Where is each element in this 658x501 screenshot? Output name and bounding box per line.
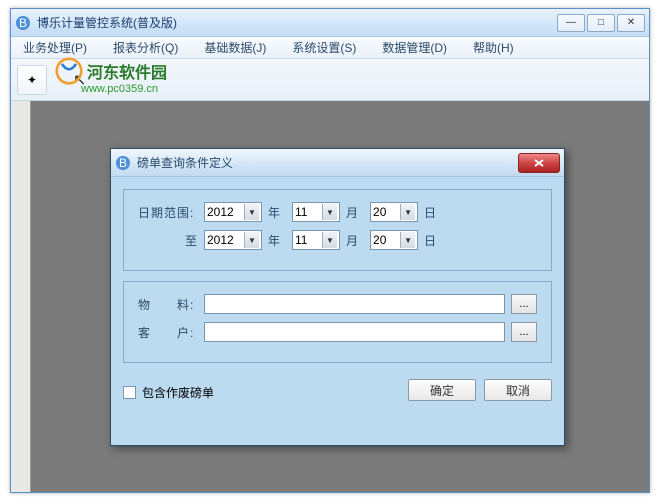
dropdown-icon: ▼ (244, 204, 259, 220)
close-icon (533, 158, 545, 168)
include-void-row: 包含作废磅单 (123, 384, 214, 401)
filter-group: 物 料: ... 客 户: ... (123, 281, 552, 363)
dialog-icon: B (115, 155, 131, 171)
dialog-title: 磅单查询条件定义 (137, 154, 518, 171)
day-suffix: 日 (424, 232, 436, 249)
date-range-label: 日期范围: (138, 204, 198, 221)
from-year-value: 2012 (207, 205, 234, 219)
dialog-close-button[interactable] (518, 153, 560, 173)
title-bar: B 博乐计量管控系统(普及版) — □ ✕ (11, 9, 649, 37)
menu-bar: 业务处理(P) 报表分析(Q) 基础数据(J) 系统设置(S) 数据管理(D) … (11, 37, 649, 59)
dropdown-icon: ▼ (244, 232, 259, 248)
cancel-button[interactable]: 取消 (484, 379, 552, 401)
customer-label: 客 户: (138, 324, 198, 341)
customer-input[interactable] (204, 322, 505, 342)
date-to-row: 至 2012 ▼ 年 11 ▼ 月 20 ▼ 日 (138, 230, 537, 250)
menu-basedata[interactable]: 基础数据(J) (200, 37, 270, 58)
query-dialog: B 磅单查询条件定义 日期范围: 2012 ▼ 年 11 ▼ 月 20 (110, 148, 565, 446)
dropdown-icon: ▼ (400, 232, 415, 248)
dropdown-icon: ▼ (322, 204, 337, 220)
window-controls: — □ ✕ (557, 14, 645, 32)
customer-row: 客 户: ... (138, 322, 537, 342)
app-icon: B (15, 15, 31, 31)
include-void-checkbox[interactable] (123, 386, 136, 399)
minimize-button[interactable]: — (557, 14, 585, 32)
from-month-value: 11 (295, 205, 307, 219)
dropdown-icon: ▼ (400, 204, 415, 220)
dropdown-icon: ▼ (322, 232, 337, 248)
from-day-select[interactable]: 20 ▼ (370, 202, 418, 222)
to-year-select[interactable]: 2012 ▼ (204, 230, 262, 250)
menu-settings[interactable]: 系统设置(S) (288, 37, 360, 58)
material-label: 物 料: (138, 296, 198, 313)
svg-text:B: B (119, 156, 127, 170)
to-month-value: 11 (295, 233, 307, 247)
close-button[interactable]: ✕ (617, 14, 645, 32)
menu-report[interactable]: 报表分析(Q) (109, 37, 182, 58)
to-day-value: 20 (373, 233, 386, 247)
dialog-title-bar: B 磅单查询条件定义 (111, 149, 564, 177)
material-browse-button[interactable]: ... (511, 294, 537, 314)
menu-datamgmt[interactable]: 数据管理(D) (378, 37, 451, 58)
ok-button[interactable]: 确定 (408, 379, 476, 401)
exit-icon: ✦ (27, 73, 37, 87)
maximize-button[interactable]: □ (587, 14, 615, 32)
day-suffix: 日 (424, 204, 436, 221)
menu-business[interactable]: 业务处理(P) (19, 37, 91, 58)
material-input[interactable] (204, 294, 505, 314)
toolbar-exit-button[interactable]: ✦ (17, 65, 47, 95)
from-month-select[interactable]: 11 ▼ (292, 202, 340, 222)
month-suffix: 月 (346, 204, 358, 221)
from-day-value: 20 (373, 205, 386, 219)
to-year-value: 2012 (207, 233, 234, 247)
menu-help[interactable]: 帮助(H) (469, 37, 518, 58)
date-group: 日期范围: 2012 ▼ 年 11 ▼ 月 20 ▼ 日 至 (123, 189, 552, 271)
year-suffix: 年 (268, 232, 280, 249)
month-suffix: 月 (346, 232, 358, 249)
cursor-icon: ↖ (73, 70, 86, 90)
to-label: 至 (138, 232, 198, 249)
material-row: 物 料: ... (138, 294, 537, 314)
button-row: 确定 取消 (408, 379, 552, 401)
to-month-select[interactable]: 11 ▼ (292, 230, 340, 250)
to-day-select[interactable]: 20 ▼ (370, 230, 418, 250)
include-void-label: 包含作废磅单 (142, 384, 214, 401)
toolbar: ✦ ↖ (11, 59, 649, 101)
dialog-footer: 包含作废磅单 确定 取消 (123, 373, 552, 401)
from-year-select[interactable]: 2012 ▼ (204, 202, 262, 222)
date-from-row: 日期范围: 2012 ▼ 年 11 ▼ 月 20 ▼ 日 (138, 202, 537, 222)
year-suffix: 年 (268, 204, 280, 221)
dialog-body: 日期范围: 2012 ▼ 年 11 ▼ 月 20 ▼ 日 至 (111, 177, 564, 445)
customer-browse-button[interactable]: ... (511, 322, 537, 342)
window-title: 博乐计量管控系统(普及版) (37, 14, 557, 31)
svg-text:B: B (19, 16, 27, 30)
side-panel (11, 101, 31, 492)
